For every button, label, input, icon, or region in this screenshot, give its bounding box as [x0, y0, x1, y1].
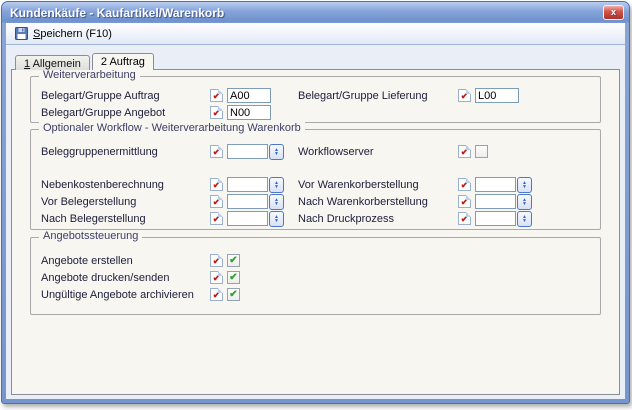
spin-updown-icon[interactable]: ▲▼	[517, 177, 532, 193]
field-row-workflowserver: Workflowserver ✔	[298, 143, 600, 160]
field-row-nebenkostenberechnung: Nebenkostenberechnung ✔ ▲▼	[41, 176, 298, 193]
field-row-angebote-archivieren: Ungültige Angebote archivieren ✔ ✔	[41, 286, 600, 303]
document-check-icon[interactable]: ✔	[210, 89, 223, 102]
titlebar[interactable]: Kundenkäufe - Kaufartikel/Warenkorb x	[2, 2, 629, 23]
spinner-input[interactable]	[227, 177, 268, 192]
document-check-icon[interactable]: ✔	[458, 178, 471, 191]
field-label: Belegart/Gruppe Auftrag	[41, 90, 210, 102]
spinner-input[interactable]	[475, 194, 516, 209]
document-check-icon[interactable]: ✔	[458, 89, 471, 102]
field-row-vor-belegerstellung: Vor Belegerstellung ✔ ▲▼	[41, 193, 298, 210]
document-check-icon[interactable]: ✔	[210, 178, 223, 191]
save-icon	[15, 27, 28, 40]
spinner-input[interactable]	[227, 194, 268, 209]
belegart-angebot-input[interactable]	[227, 105, 271, 120]
field-row-angebote-drucken: Angebote drucken/senden ✔ ✔	[41, 269, 600, 286]
vor-belegerstellung-spinner: ▲▼	[227, 194, 284, 210]
belegart-auftrag-input[interactable]	[227, 88, 271, 103]
spinner-input[interactable]	[475, 211, 516, 226]
group-weiterverarbeitung: Weiterverarbeitung Belegart/Gruppe Auftr…	[30, 76, 601, 123]
field-row-belegart-angebot: Belegart/Gruppe Angebot ✔	[41, 104, 298, 121]
nach-druckprozess-spinner: ▲▼	[475, 211, 532, 227]
field-label: Ungültige Angebote archivieren	[41, 289, 210, 301]
group-angebotssteuerung: Angebotssteuerung Angebote erstellen ✔ ✔…	[30, 237, 601, 315]
save-button[interactable]: Speichern (F10)	[11, 26, 116, 41]
field-label: Belegart/Gruppe Lieferung	[298, 90, 458, 102]
belegart-lieferung-input[interactable]	[475, 88, 519, 103]
document-check-icon[interactable]: ✔	[210, 288, 223, 301]
field-row-angebote-erstellen: Angebote erstellen ✔ ✔	[41, 252, 600, 269]
document-check-icon[interactable]: ✔	[210, 145, 223, 158]
nach-warenkorberstellung-spinner: ▲▼	[475, 194, 532, 210]
close-icon: x	[611, 7, 616, 17]
document-check-icon[interactable]: ✔	[210, 212, 223, 225]
field-label: Nebenkostenberechnung	[41, 179, 210, 191]
field-label: Vor Belegerstellung	[41, 196, 210, 208]
spin-updown-icon[interactable]: ▲▼	[269, 144, 284, 160]
vor-warenkorberstellung-spinner: ▲▼	[475, 177, 532, 193]
group-title: Optionaler Workflow - Weiterverarbeitung…	[39, 122, 305, 134]
field-label: Angebote drucken/senden	[41, 272, 210, 284]
group-title: Angebotssteuerung	[39, 230, 142, 242]
document-check-icon[interactable]: ✔	[210, 254, 223, 267]
beleggruppenermittlung-spinner: ▲▼	[227, 144, 284, 160]
field-label: Vor Warenkorberstellung	[298, 179, 458, 191]
angebote-drucken-checkbox[interactable]: ✔	[227, 271, 240, 284]
spin-updown-icon[interactable]: ▲▼	[517, 194, 532, 210]
tab-allgemein[interactable]: 1 Allgemein	[15, 55, 90, 70]
field-row-belegart-auftrag: Belegart/Gruppe Auftrag ✔	[41, 87, 298, 104]
field-row-nach-druckprozess: Nach Druckprozess ✔ ▲▼	[298, 210, 600, 227]
field-label: Nach Belegerstellung	[41, 213, 210, 225]
tab-auftrag[interactable]: 2 Auftrag	[92, 53, 154, 70]
spin-updown-icon[interactable]: ▲▼	[269, 194, 284, 210]
document-check-icon[interactable]: ✔	[458, 195, 471, 208]
document-check-icon[interactable]: ✔	[210, 195, 223, 208]
tab-page-auftrag: Weiterverarbeitung Belegart/Gruppe Auftr…	[11, 69, 620, 395]
spin-updown-icon[interactable]: ▲▼	[269, 211, 284, 227]
nach-belegerstellung-spinner: ▲▼	[227, 211, 284, 227]
window-title: Kundenkäufe - Kaufartikel/Warenkorb	[10, 6, 224, 20]
field-row-beleggruppenermittlung: Beleggruppenermittlung ✔ ▲▼	[41, 143, 298, 160]
field-row-belegart-lieferung: Belegart/Gruppe Lieferung ✔	[298, 87, 600, 104]
field-label: Angebote erstellen	[41, 255, 210, 267]
spinner-input[interactable]	[227, 211, 268, 226]
group-title: Weiterverarbeitung	[39, 69, 140, 81]
angebote-erstellen-checkbox[interactable]: ✔	[227, 254, 240, 267]
checkmark-icon: ✔	[229, 290, 237, 300]
checkmark-icon: ✔	[229, 273, 237, 283]
window-body: Speichern (F10) 1 Allgemein 2 Auftrag We…	[6, 23, 625, 399]
field-row-nach-warenkorberstellung: Nach Warenkorberstellung ✔ ▲▼	[298, 193, 600, 210]
toolbar: Speichern (F10)	[6, 23, 625, 45]
field-label: Nach Warenkorberstellung	[298, 196, 458, 208]
nebenkostenberechnung-spinner: ▲▼	[227, 177, 284, 193]
workflowserver-checkbox[interactable]	[475, 145, 488, 158]
field-row-vor-warenkorberstellung: Vor Warenkorberstellung ✔ ▲▼	[298, 176, 600, 193]
field-label: Workflowserver	[298, 146, 458, 158]
document-check-icon[interactable]: ✔	[458, 145, 471, 158]
spin-updown-icon[interactable]: ▲▼	[517, 211, 532, 227]
tab-bar: 1 Allgemein 2 Auftrag	[15, 52, 156, 70]
dialog-window: Kundenkäufe - Kaufartikel/Warenkorb x Sp…	[1, 1, 630, 404]
document-check-icon[interactable]: ✔	[458, 212, 471, 225]
group-workflow: Optionaler Workflow - Weiterverarbeitung…	[30, 129, 601, 230]
close-button[interactable]: x	[603, 5, 624, 20]
field-label: Nach Druckprozess	[298, 213, 458, 225]
checkmark-icon: ✔	[229, 256, 237, 266]
field-label: Beleggruppenermittlung	[41, 146, 210, 158]
field-label: Belegart/Gruppe Angebot	[41, 107, 210, 119]
angebote-archivieren-checkbox[interactable]: ✔	[227, 288, 240, 301]
spinner-input[interactable]	[227, 144, 268, 159]
spin-updown-icon[interactable]: ▲▼	[269, 177, 284, 193]
document-check-icon[interactable]: ✔	[210, 271, 223, 284]
document-check-icon[interactable]: ✔	[210, 106, 223, 119]
save-label: Speichern (F10)	[33, 28, 112, 40]
field-row-nach-belegerstellung: Nach Belegerstellung ✔ ▲▼	[41, 210, 298, 227]
spinner-input[interactable]	[475, 177, 516, 192]
